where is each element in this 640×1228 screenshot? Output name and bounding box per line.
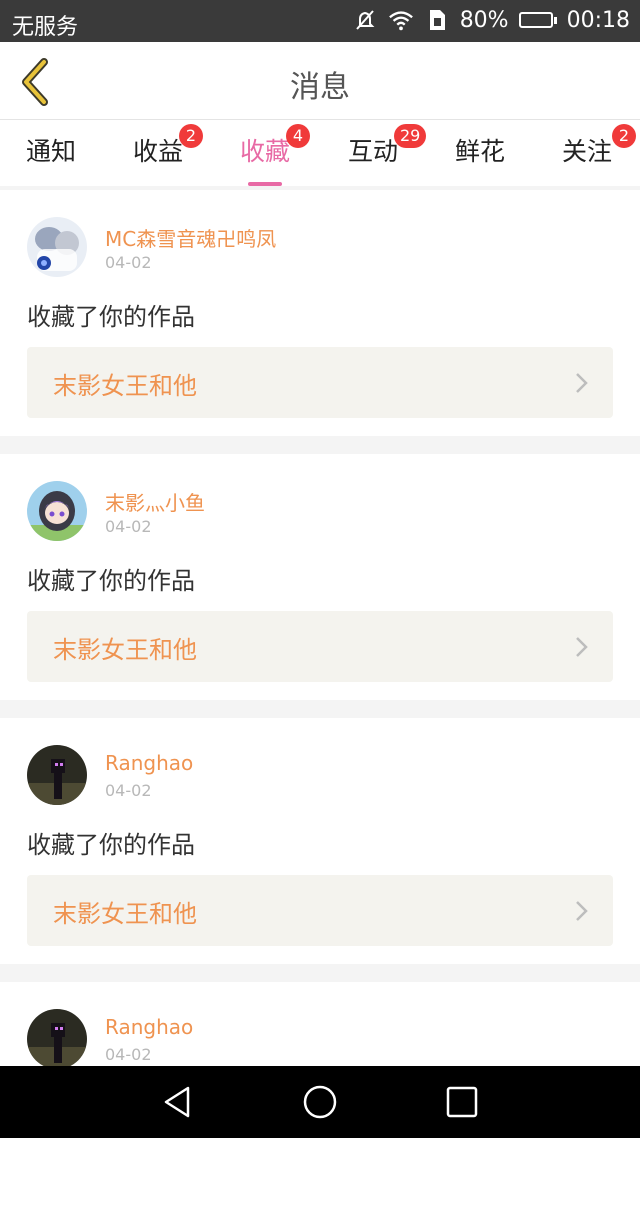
post-date: 04-02 — [105, 781, 152, 800]
work-link[interactable]: 末影女王和他 — [27, 347, 613, 418]
nav-recents-button[interactable] — [444, 1084, 480, 1120]
sim-icon — [424, 7, 450, 33]
work-link[interactable]: 末影女王和他 — [27, 611, 613, 682]
action-text: 收藏了你的作品 — [27, 831, 195, 859]
chevron-right-icon — [576, 373, 588, 393]
tab-flowers[interactable]: 鲜花 — [455, 132, 505, 184]
system-nav-bar — [0, 1066, 640, 1138]
post-date: 04-02 — [105, 253, 152, 272]
clock: 00:18 — [566, 7, 630, 33]
action-text: 收藏了你的作品 — [27, 303, 195, 331]
back-triangle-icon — [164, 1086, 190, 1118]
page-title: 消息 — [290, 70, 350, 105]
tab-earnings[interactable]: 收益 2 — [133, 124, 203, 184]
tab-badge: 2 — [179, 124, 203, 148]
tab-notifications[interactable]: 通知 — [26, 132, 76, 184]
tab-favorites[interactable]: 收藏 4 — [240, 124, 310, 186]
action-text: 收藏了你的作品 — [27, 567, 195, 595]
active-tab-indicator — [248, 182, 283, 186]
tab-badge: 29 — [394, 124, 427, 148]
avatar[interactable] — [27, 481, 87, 541]
tab-label: 收藏 — [240, 137, 291, 166]
post-date: 04-02 — [105, 1045, 152, 1064]
tab-interactions[interactable]: 互动 29 — [348, 124, 427, 184]
tab-badge: 4 — [286, 124, 310, 148]
post-date: 04-02 — [105, 517, 152, 536]
tab-bar: 通知 收益 2 收藏 4 互动 29 鲜花 关注 2 — [0, 120, 640, 186]
tab-label: 通知 — [26, 137, 77, 166]
battery-icon — [518, 12, 557, 28]
work-link[interactable]: 末影女王和他 — [27, 875, 613, 946]
avatar[interactable] — [27, 745, 87, 805]
status-bar: 无服务 80% 00:18 — [0, 0, 640, 42]
chevron-right-icon — [576, 901, 588, 921]
home-circle-icon — [303, 1085, 337, 1119]
work-title: 末影女王和他 — [53, 636, 197, 664]
message-card: MC森雪音魂卍鸣凤 04-02 收藏了你的作品 末影女王和他 — [0, 190, 640, 436]
status-icons: 80% 00:18 — [352, 7, 630, 33]
work-title: 末影女王和他 — [53, 900, 197, 928]
user-name[interactable]: Ranghao — [105, 751, 193, 775]
nav-home-button[interactable] — [302, 1084, 338, 1120]
carrier-label: 无服务 — [12, 15, 79, 40]
tab-label: 鲜花 — [455, 137, 506, 166]
mute-icon — [352, 7, 378, 33]
tab-label: 关注 — [562, 137, 613, 166]
chevron-right-icon — [576, 637, 588, 657]
tab-label: 互动 — [348, 137, 399, 166]
avatar[interactable] — [27, 1009, 87, 1069]
user-name[interactable]: 末影灬小鱼 — [105, 487, 205, 516]
message-card: 末影灬小鱼 04-02 收藏了你的作品 末影女王和他 — [0, 454, 640, 700]
tab-label: 收益 — [133, 137, 184, 166]
tab-following[interactable]: 关注 2 — [562, 124, 636, 184]
work-title: 末影女王和他 — [53, 372, 197, 400]
battery-percent: 80% — [459, 7, 509, 33]
tab-badge: 2 — [612, 124, 636, 148]
message-card: Ranghao 04-02 收藏了你的作品 末影女王和他 — [0, 718, 640, 964]
avatar[interactable] — [27, 217, 87, 277]
wifi-icon — [388, 7, 414, 33]
header: 消息 — [0, 42, 640, 120]
user-name[interactable]: MC森雪音魂卍鸣凤 — [105, 223, 276, 252]
user-name[interactable]: Ranghao — [105, 1015, 193, 1039]
recents-square-icon — [446, 1086, 478, 1118]
nav-back-button[interactable] — [160, 1084, 196, 1120]
